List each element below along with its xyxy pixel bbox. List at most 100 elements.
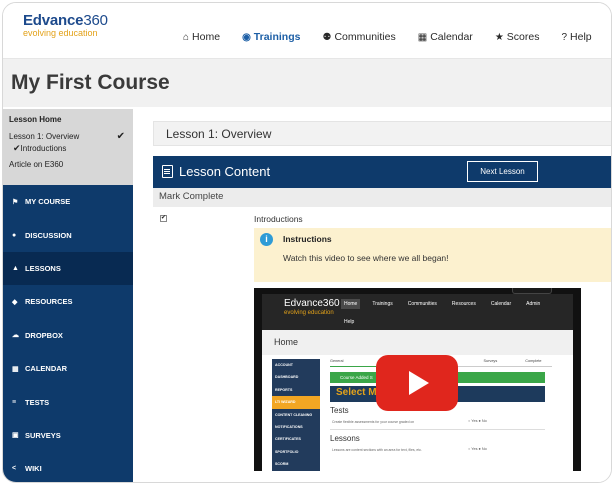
video-control-tab	[512, 288, 552, 294]
video-tests-text: Create flexible assessments for your cou…	[332, 420, 415, 424]
flag-icon: ⚑	[12, 198, 19, 206]
video-home-bar: Home	[262, 330, 573, 355]
share-icon: <	[12, 465, 17, 473]
sidebar-item-label: CALENDAR	[25, 364, 68, 374]
video-tests-heading: Tests	[330, 406, 349, 415]
sidebar-item-label: MY COURSE	[25, 197, 71, 207]
sidebar-item-label: RESOURCES	[25, 297, 73, 307]
nav-scores[interactable]: ★ Scores	[495, 31, 540, 43]
video-sidebar: ACCOUNT DASHBOARD REPORTS LTI WIZARD CONTENT…	[272, 359, 320, 471]
lesson-home-link[interactable]: Lesson Home	[9, 115, 127, 124]
logo-name-a: Edvance	[23, 12, 84, 29]
nav-label: Calendar	[430, 31, 473, 43]
check-icon: ✔	[13, 143, 21, 153]
lesson-overview-title: Lesson 1: Overview	[153, 121, 611, 146]
video-home-title: Home	[274, 337, 299, 347]
calendar-icon: ▦	[417, 31, 428, 43]
help-icon: ?	[561, 31, 568, 43]
calendar-icon: ▦	[12, 365, 19, 373]
main-content: Lesson 1: Overview Lesson Content Next L…	[133, 107, 611, 482]
clipboard-icon: ▣	[12, 432, 19, 440]
sidebar-item-my-course[interactable]: ⚑ MY COURSE	[3, 185, 133, 218]
lesson-link-label: Lesson 1: Overview	[9, 132, 80, 141]
nav-calendar[interactable]: ▦ Calendar	[418, 31, 473, 43]
video-tab: Complete	[525, 359, 542, 363]
lesson-content-header: Lesson Content Next Lesson	[153, 156, 611, 188]
sidebar-item-discussion[interactable]: ● DISCUSSION	[3, 218, 133, 251]
nav-communities[interactable]: ⚉ Communities	[322, 31, 395, 43]
video-player[interactable]: Edvance360 evolving education Home Traini…	[254, 288, 581, 471]
no-label: No	[481, 447, 487, 451]
sidebar-item-label: LESSONS	[25, 263, 61, 273]
video-sidebar-item: DASHBOARD	[275, 375, 299, 380]
title-band: My First Course	[3, 59, 611, 107]
sidebar-item-surveys[interactable]: ▣ SURVEYS	[3, 419, 133, 452]
mark-complete-checkbox[interactable]: ✔	[160, 215, 167, 222]
sidebar: ⚑ MY COURSE ● DISCUSSION ▲ LESSONS ◆ RESOURCES ☁…	[3, 185, 133, 482]
lessons-icon: ▲	[12, 264, 19, 272]
instructions-text: Watch this video to see where we all beg…	[283, 253, 449, 263]
video-lessons-radio: ○ Yes ● No	[468, 447, 487, 451]
video-sidebar-item: NOTIFICATIONS	[275, 424, 303, 429]
home-icon: ⌂	[183, 31, 190, 43]
trophy-icon: ★	[494, 31, 504, 43]
play-button[interactable]	[376, 355, 458, 411]
next-lesson-button[interactable]: Next Lesson	[467, 161, 538, 182]
video-tab: Surveys	[483, 359, 498, 363]
lesson-content-title: Lesson Content	[179, 164, 271, 179]
video-logo: Edvance360	[284, 298, 340, 309]
users-icon: ⚉	[322, 31, 332, 43]
tag-icon: ◆	[12, 298, 18, 306]
item-label: Introductions	[254, 214, 303, 224]
video-sidebar-item: SCORM	[275, 462, 289, 467]
logo-name-b: 360	[83, 12, 108, 29]
nav-label: Trainings	[253, 31, 301, 43]
yes-label: Yes	[471, 419, 478, 423]
video-sidebar-item: LTI WIZARD	[272, 396, 320, 409]
sidebar-item-calendar[interactable]: ▦ CALENDAR	[3, 352, 133, 385]
sidebar-item-tests[interactable]: ≡ TESTS	[3, 385, 133, 418]
sidebar-item-lessons[interactable]: ▲ LESSONS	[3, 251, 133, 286]
logo-tagline: evolving education	[23, 28, 98, 38]
nav-home[interactable]: ⌂ Home	[183, 31, 220, 43]
nav-help[interactable]: ? Help	[561, 31, 591, 43]
play-circle-icon: ◉	[242, 31, 251, 43]
sidebar-item-label: WIKI	[25, 464, 42, 474]
lesson-link[interactable]: Lesson 1: Overview ✔	[9, 131, 127, 142]
list-icon: ≡	[12, 398, 17, 406]
nav-label: Communities	[334, 31, 396, 43]
sidebar-item-dropbox[interactable]: ☁ DROPBOX	[3, 319, 133, 352]
mark-complete-label: Mark Complete	[153, 188, 611, 207]
sidebar-item-label: SURVEYS	[25, 430, 61, 440]
video-nav-item: Communities	[407, 301, 437, 307]
video-sidebar-item: ACCOUNT	[275, 363, 293, 367]
page-title: My First Course	[11, 71, 170, 94]
logo[interactable]: Edvance360 evolving education	[23, 12, 108, 38]
video-nav-item: Calendar	[490, 301, 512, 307]
article-link[interactable]: Article on E360	[9, 160, 127, 169]
cloud-icon: ☁	[12, 332, 19, 340]
chat-icon: ●	[12, 231, 17, 239]
video-tab: General	[330, 359, 344, 363]
document-icon	[162, 165, 173, 178]
nav-label: Help	[570, 31, 592, 43]
sidebar-item-wiki[interactable]: < WIKI	[3, 452, 133, 482]
sidebar-item-label: TESTS	[25, 397, 50, 407]
video-tests-radio: ○ Yes ● No	[468, 419, 487, 423]
nav-label: Scores	[506, 31, 540, 43]
yes-label: Yes	[471, 447, 478, 451]
video-lessons-heading: Lessons	[330, 434, 360, 443]
video-app-header: Edvance360 evolving education Home Traini…	[262, 294, 573, 330]
video-sidebar-item: SPORTFOLIO	[275, 449, 299, 454]
subitem-label: Introductions	[20, 144, 67, 153]
video-lessons-text: Lessons are content sections with an are…	[332, 448, 422, 452]
video-logo-tagline: evolving education	[284, 310, 334, 316]
sidebar-item-resources[interactable]: ◆ RESOURCES	[3, 285, 133, 318]
subitem-link[interactable]: ✔Introductions	[9, 143, 127, 154]
video-sidebar-item: CONTENT CLEANING	[275, 412, 313, 417]
video-nav-item: Home	[341, 299, 361, 309]
instructions-box: i Instructions Watch this video to see w…	[254, 228, 611, 282]
nav-trainings[interactable]: ◉ Trainings	[242, 31, 300, 43]
lesson-menu: Lesson Home Lesson 1: Overview ✔ ✔Introd…	[3, 109, 133, 185]
top-nav: Edvance360 evolving education ⌂ Home ◉ Trai…	[3, 3, 611, 59]
